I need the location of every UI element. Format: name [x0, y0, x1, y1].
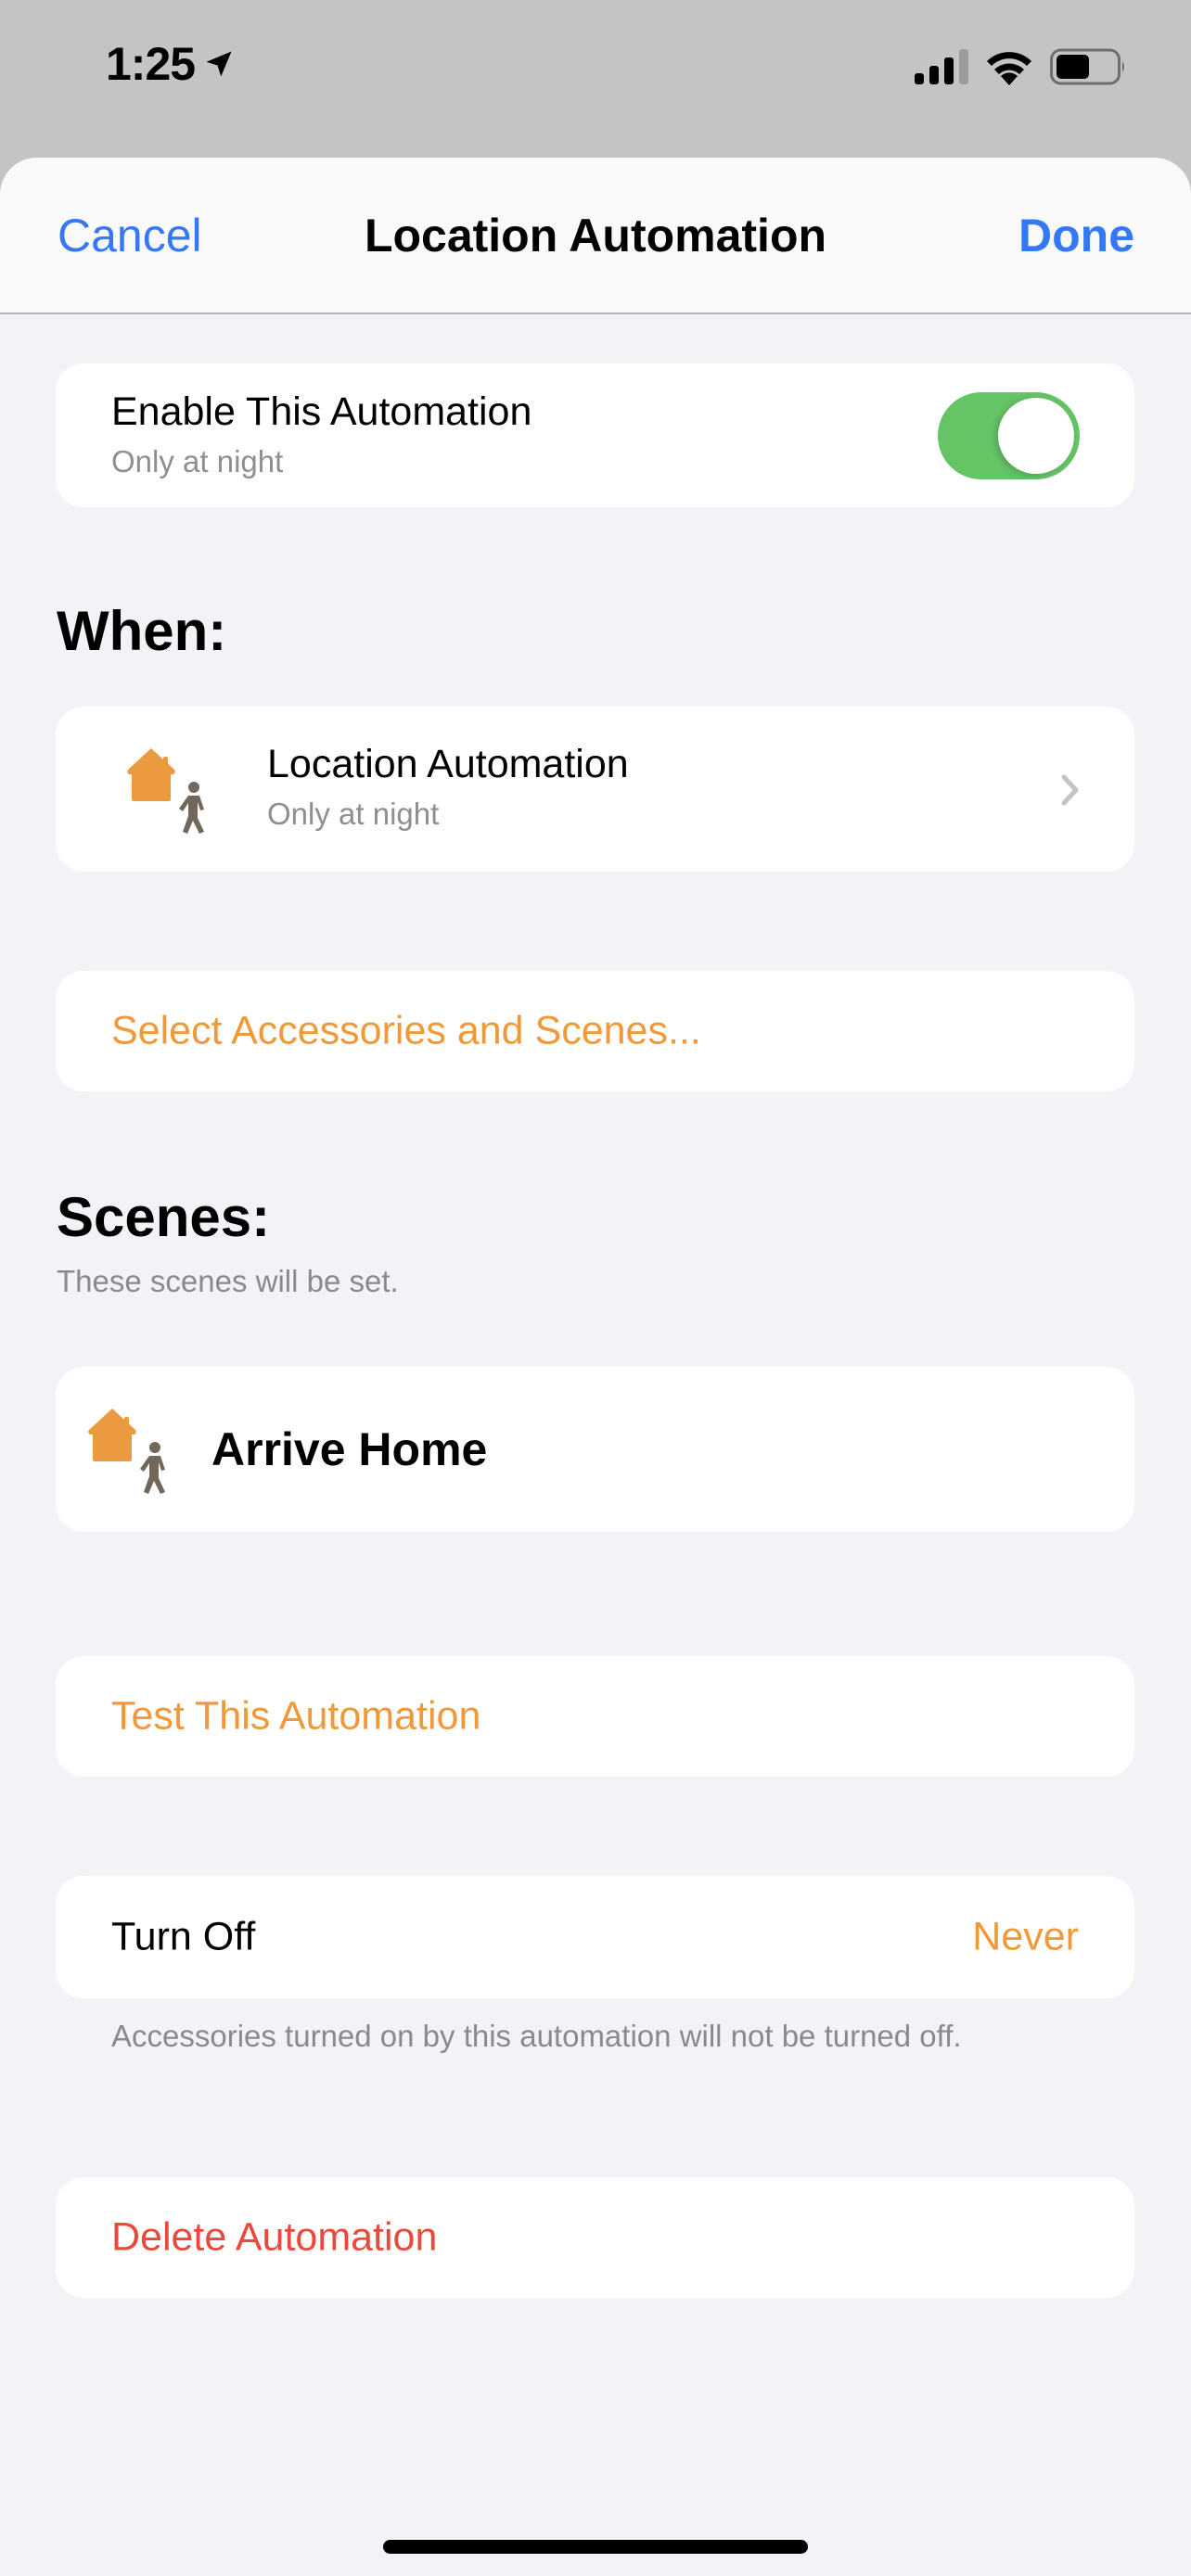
wifi-icon — [987, 52, 1031, 85]
scene-name: Arrive Home — [211, 1423, 488, 1475]
trigger-title: Location Automation — [267, 742, 629, 786]
trigger-row[interactable]: Location Automation Only at night — [56, 707, 1134, 872]
battery-icon — [1050, 48, 1124, 85]
home-indicator[interactable] — [383, 2540, 808, 2554]
trigger-subtitle: Only at night — [267, 797, 440, 831]
navigation-bar: Cancel Location Automation Done — [0, 158, 1191, 314]
enable-automation-label: Enable This Automation — [111, 389, 532, 434]
turn-off-footnote: Accessories turned on by this automation… — [111, 2019, 962, 2053]
enable-automation-subtitle: Only at night — [111, 444, 284, 478]
home-arrive-icon — [88, 1409, 165, 1494]
status-bar: 1:25 — [0, 0, 1191, 139]
status-time: 1:25 — [106, 37, 236, 91]
delete-automation-button[interactable]: Delete Automation — [56, 2177, 1134, 2298]
turn-off-row[interactable]: Turn Off Never — [56, 1876, 1134, 1998]
automation-sheet: Cancel Location Automation Done Enable T… — [0, 158, 1191, 2576]
turn-off-label: Turn Off — [111, 1914, 256, 1959]
signal-icon — [915, 49, 968, 84]
scenes-header: Scenes: — [57, 1186, 271, 1248]
scene-item[interactable]: Arrive Home — [56, 1367, 1134, 1532]
enable-automation-card: Enable This Automation Only at night — [56, 363, 1134, 507]
scenes-subtitle: These scenes will be set. — [57, 1264, 399, 1298]
turn-off-value: Never — [972, 1914, 1079, 1959]
clock: 1:25 — [106, 38, 196, 90]
test-automation-button[interactable]: Test This Automation — [56, 1656, 1134, 1777]
home-arrive-icon — [127, 748, 204, 834]
status-icons — [915, 48, 1126, 85]
select-accessories-label: Select Accessories and Scenes... — [111, 1008, 701, 1053]
enable-automation-toggle[interactable] — [938, 392, 1080, 479]
when-header: When: — [57, 600, 227, 662]
delete-automation-label: Delete Automation — [111, 2214, 438, 2260]
select-accessories-button[interactable]: Select Accessories and Scenes... — [56, 971, 1134, 1091]
page-title: Location Automation — [364, 209, 827, 261]
test-automation-label: Test This Automation — [111, 1693, 481, 1739]
toggle-knob — [998, 398, 1074, 474]
done-button[interactable]: Done — [1018, 209, 1134, 262]
location-arrow-icon — [206, 51, 232, 77]
chevron-right-icon — [1061, 774, 1079, 806]
